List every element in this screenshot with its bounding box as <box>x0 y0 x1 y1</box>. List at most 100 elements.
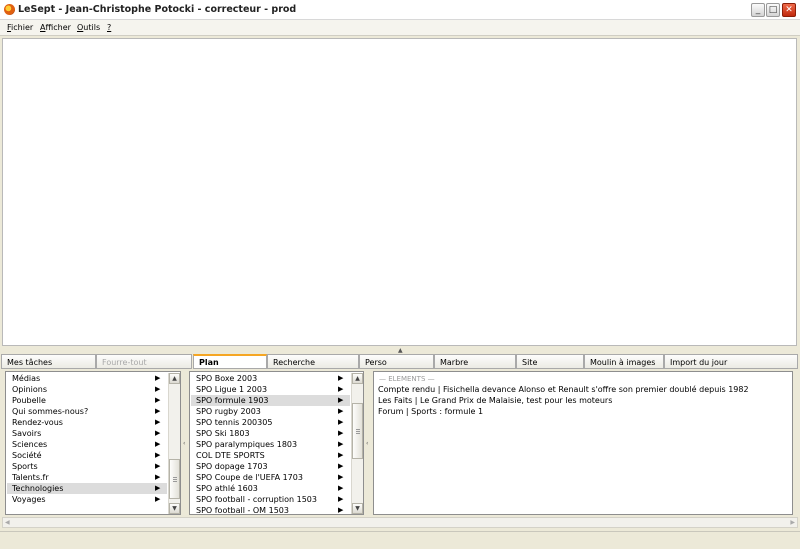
scroll-right-icon[interactable]: ▶ <box>790 518 795 527</box>
submenu-arrow-icon[interactable]: ▶ <box>155 417 160 428</box>
section-item[interactable]: Savoirs ▶ <box>7 428 167 439</box>
section-item[interactable]: Technologies ▶ <box>7 483 167 494</box>
menu-outils[interactable]: Outils <box>77 23 100 32</box>
plan-item-label: SPO athlé 1603 <box>196 484 258 493</box>
submenu-arrow-icon[interactable]: ▶ <box>155 428 160 439</box>
menu-fichier[interactable]: Fichier <box>7 23 33 32</box>
plan-item[interactable]: SPO formule 1903 ▶ <box>191 395 350 406</box>
section-item[interactable]: Médias ▶ <box>7 373 167 384</box>
tab-moulin-a-images[interactable]: Moulin à images <box>584 354 664 369</box>
section-item[interactable]: Opinions ▶ <box>7 384 167 395</box>
maximize-button[interactable]: □ <box>766 3 780 17</box>
submenu-arrow-icon[interactable]: ▶ <box>338 483 343 494</box>
section-item-label: Talents.fr <box>12 473 49 482</box>
submenu-arrow-icon[interactable]: ▶ <box>338 450 343 461</box>
section-item-label: Sports <box>12 462 38 471</box>
scroll-up-icon[interactable]: ▲ <box>352 373 363 384</box>
tab-plan[interactable]: Plan <box>193 354 267 369</box>
window-title: LeSept - Jean-Christophe Potocki - corre… <box>18 4 297 15</box>
menu-help[interactable]: ? <box>107 23 111 32</box>
submenu-arrow-icon[interactable]: ▶ <box>155 439 160 450</box>
section-item-label: Médias <box>12 374 41 383</box>
submenu-arrow-icon[interactable]: ▶ <box>155 472 160 483</box>
submenu-arrow-icon[interactable]: ▶ <box>338 417 343 428</box>
close-button[interactable]: ✕ <box>782 3 796 17</box>
tab-fourre-tout[interactable]: Fourre-tout <box>96 354 192 369</box>
submenu-arrow-icon[interactable]: ▶ <box>338 494 343 505</box>
plan-item[interactable]: SPO rugby 2003 ▶ <box>191 406 350 417</box>
submenu-arrow-icon[interactable]: ▶ <box>338 461 343 472</box>
submenu-arrow-icon[interactable]: ▶ <box>155 384 160 395</box>
tab-perso[interactable]: Perso <box>359 354 434 369</box>
horizontal-scrollbar[interactable]: ◀ ▶ <box>2 517 798 528</box>
plan-item[interactable]: SPO paralympiques 1803 ▶ <box>191 439 350 450</box>
plan-item[interactable]: SPO football - corruption 1503 ▶ <box>191 494 350 505</box>
submenu-arrow-icon[interactable]: ▶ <box>155 483 160 494</box>
plan-item-label: SPO tennis 200305 <box>196 418 273 427</box>
minimize-button[interactable]: _ <box>751 3 765 17</box>
elements-panel: — ELEMENTS — Compte rendu | Fisichella d… <box>373 371 793 515</box>
menu-afficher[interactable]: Afficher <box>40 23 71 32</box>
tab-recherche[interactable]: Recherche <box>267 354 359 369</box>
element-row[interactable]: Les Faits | Le Grand Prix de Malaisie, t… <box>378 396 612 405</box>
plan-item[interactable]: SPO football - OM 1503 ▶ <box>191 505 350 514</box>
splitter-grip-icon[interactable]: ▲ <box>398 347 403 354</box>
main-work-area <box>2 38 797 346</box>
plan-item-label: SPO Coupe de l'UEFA 1703 <box>196 473 303 482</box>
sections-scrollbar[interactable]: ▲ ▼ <box>168 373 180 514</box>
tab-mes-taches[interactable]: Mes tâches <box>1 354 96 369</box>
menu-outils-label: utils <box>83 23 101 32</box>
panel-resize-handle-icon[interactable]: ‹ <box>183 440 185 447</box>
submenu-arrow-icon[interactable]: ▶ <box>155 461 160 472</box>
submenu-arrow-icon[interactable]: ▶ <box>338 439 343 450</box>
tab-import-du-jour[interactable]: Import du jour <box>664 354 798 369</box>
plan-item[interactable]: SPO tennis 200305 ▶ <box>191 417 350 428</box>
plan-scrollbar[interactable]: ▲ ▼ <box>351 373 363 514</box>
submenu-arrow-icon[interactable]: ▶ <box>155 395 160 406</box>
plan-item[interactable]: COL DTE SPORTS ▶ <box>191 450 350 461</box>
scroll-left-icon[interactable]: ◀ <box>5 518 10 527</box>
submenu-arrow-icon[interactable]: ▶ <box>338 505 343 514</box>
app-icon <box>4 4 15 15</box>
section-item[interactable]: Rendez-vous ▶ <box>7 417 167 428</box>
tab-marbre[interactable]: Marbre <box>434 354 516 369</box>
section-item-label: Rendez-vous <box>12 418 63 427</box>
submenu-arrow-icon[interactable]: ▶ <box>338 406 343 417</box>
submenu-arrow-icon[interactable]: ▶ <box>155 450 160 461</box>
title-bar: LeSept - Jean-Christophe Potocki - corre… <box>0 0 800 20</box>
element-row[interactable]: Forum | Sports : formule 1 <box>378 407 483 416</box>
section-item-label: Sciences <box>12 440 48 449</box>
section-item[interactable]: Sports ▶ <box>7 461 167 472</box>
panel-resize-handle-icon[interactable]: ‹ <box>366 440 368 447</box>
section-item[interactable]: Société ▶ <box>7 450 167 461</box>
scroll-down-icon[interactable]: ▼ <box>169 503 180 514</box>
scroll-thumb[interactable] <box>169 459 180 499</box>
section-item[interactable]: Talents.fr ▶ <box>7 472 167 483</box>
tab-site[interactable]: Site <box>516 354 584 369</box>
submenu-arrow-icon[interactable]: ▶ <box>155 494 160 505</box>
plan-item[interactable]: SPO dopage 1703 ▶ <box>191 461 350 472</box>
plan-item[interactable]: SPO athlé 1603 ▶ <box>191 483 350 494</box>
plan-item[interactable]: SPO Ski 1803 ▶ <box>191 428 350 439</box>
plan-item-label: SPO dopage 1703 <box>196 462 268 471</box>
plan-item-label: SPO Boxe 2003 <box>196 374 258 383</box>
submenu-arrow-icon[interactable]: ▶ <box>338 373 343 384</box>
plan-item[interactable]: SPO Ligue 1 2003 ▶ <box>191 384 350 395</box>
section-item[interactable]: Qui sommes-nous? ▶ <box>7 406 167 417</box>
section-item[interactable]: Poubelle ▶ <box>7 395 167 406</box>
submenu-arrow-icon[interactable]: ▶ <box>155 406 160 417</box>
scroll-thumb[interactable] <box>352 403 363 459</box>
plan-item-label: SPO Ligue 1 2003 <box>196 385 268 394</box>
scroll-down-icon[interactable]: ▼ <box>352 503 363 514</box>
scroll-up-icon[interactable]: ▲ <box>169 373 180 384</box>
element-row[interactable]: Compte rendu | Fisichella devance Alonso… <box>378 385 749 394</box>
plan-item[interactable]: SPO Boxe 2003 ▶ <box>191 373 350 384</box>
submenu-arrow-icon[interactable]: ▶ <box>338 472 343 483</box>
submenu-arrow-icon[interactable]: ▶ <box>155 373 160 384</box>
submenu-arrow-icon[interactable]: ▶ <box>338 428 343 439</box>
submenu-arrow-icon[interactable]: ▶ <box>338 395 343 406</box>
section-item[interactable]: Sciences ▶ <box>7 439 167 450</box>
submenu-arrow-icon[interactable]: ▶ <box>338 384 343 395</box>
plan-item[interactable]: SPO Coupe de l'UEFA 1703 ▶ <box>191 472 350 483</box>
section-item[interactable]: Voyages ▶ <box>7 494 167 505</box>
